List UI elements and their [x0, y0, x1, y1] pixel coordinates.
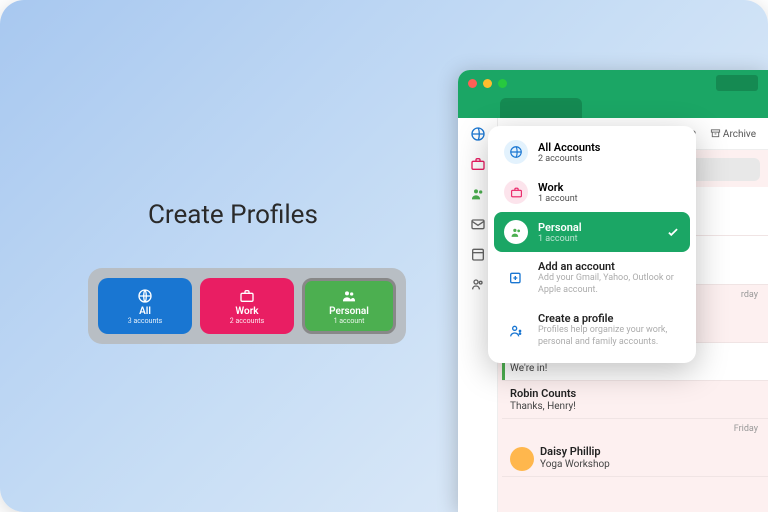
people-icon: [341, 288, 357, 304]
tile-label: All: [139, 306, 151, 317]
tile-sub: 2 accounts: [230, 317, 264, 325]
tile-label: Personal: [329, 306, 369, 317]
calendar-icon[interactable]: [470, 246, 486, 262]
globe-icon: [509, 145, 523, 159]
dropdown-sub: Add your Gmail, Yahoo, Outlook or Apple …: [538, 273, 680, 296]
briefcase-icon: [239, 288, 255, 304]
active-tab[interactable]: [500, 98, 582, 118]
dropdown-sub: 1 account: [538, 194, 680, 204]
message-from: Robin Counts: [510, 387, 760, 400]
tile-work[interactable]: Work 2 accounts: [200, 278, 294, 334]
archive-button[interactable]: Archive: [710, 128, 756, 140]
create-profile-icon: [508, 323, 524, 339]
avatar: [510, 447, 534, 471]
profile-tiles: All 3 accounts Work 2 accounts Personal …: [88, 268, 406, 344]
tab-bar: [458, 96, 768, 118]
list-item[interactable]: Daisy Phillip Yoga Workshop: [502, 439, 768, 477]
contacts-icon[interactable]: [470, 276, 486, 292]
dropdown-create-profile[interactable]: Create a profile Profiles help organize …: [494, 304, 690, 356]
mail-icon[interactable]: [470, 216, 486, 232]
check-icon: [666, 225, 680, 239]
tile-label: Work: [235, 306, 258, 317]
people-icon[interactable]: [470, 186, 486, 202]
briefcase-icon: [510, 186, 523, 199]
minimize-icon[interactable]: [483, 79, 492, 88]
list-item[interactable]: Robin Counts Thanks, Henry!: [502, 381, 768, 419]
dropdown-title: Create a profile: [538, 312, 680, 325]
dropdown-all-accounts[interactable]: All Accounts 2 accounts: [494, 132, 690, 172]
dropdown-personal[interactable]: Personal 1 account: [494, 212, 690, 252]
dropdown-sub: Profiles help organize your work, person…: [538, 325, 680, 348]
dropdown-work[interactable]: Work 1 account: [494, 172, 690, 212]
message-subject: Yoga Workshop: [540, 459, 760, 470]
maximize-icon[interactable]: [498, 79, 507, 88]
tile-sub: 3 accounts: [128, 317, 162, 325]
globe-icon[interactable]: [470, 126, 486, 142]
dropdown-title: Work: [538, 181, 680, 194]
dropdown-title: Personal: [538, 221, 656, 234]
tile-sub: 1 account: [334, 317, 365, 325]
close-icon[interactable]: [468, 79, 477, 88]
app-window: te Archive cused Other Daisy Phillip RE:…: [458, 70, 768, 512]
message-subject: Thanks, Henry!: [510, 401, 760, 412]
people-icon: [510, 226, 523, 239]
profile-dropdown: All Accounts 2 accounts Work 1 account P…: [488, 126, 696, 363]
archive-icon: [710, 128, 721, 139]
dropdown-sub: 2 accounts: [538, 154, 680, 164]
page-title: Create Profiles: [148, 200, 318, 230]
add-account-icon: [508, 270, 524, 286]
tile-personal[interactable]: Personal 1 account: [302, 278, 396, 334]
day-separator: Friday: [502, 419, 768, 439]
globe-icon: [137, 288, 153, 304]
message-subject: We're in!: [510, 363, 760, 374]
tile-all[interactable]: All 3 accounts: [98, 278, 192, 334]
dropdown-sub: 1 account: [538, 234, 656, 244]
dropdown-title: All Accounts: [538, 141, 680, 154]
dropdown-title: Add an account: [538, 260, 680, 273]
window-chrome: [458, 70, 768, 96]
briefcase-icon[interactable]: [470, 156, 486, 172]
search-field[interactable]: [716, 75, 758, 91]
message-from: Daisy Phillip: [540, 445, 760, 458]
dropdown-add-account[interactable]: Add an account Add your Gmail, Yahoo, Ou…: [494, 252, 690, 304]
